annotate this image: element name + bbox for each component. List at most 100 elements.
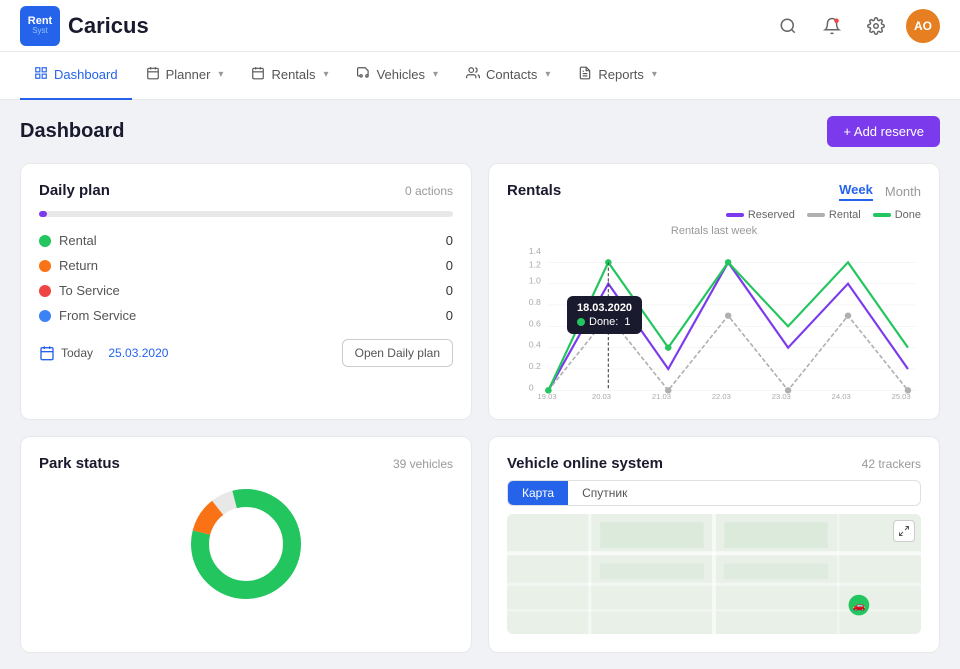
legend-reserved: Reserved bbox=[726, 209, 795, 221]
logo-icon: Rent Syst bbox=[20, 6, 60, 46]
avatar[interactable]: AO bbox=[906, 9, 940, 43]
daily-plan-progress-bar bbox=[39, 211, 453, 217]
dashboard-icon bbox=[34, 66, 48, 83]
donut-chart-svg bbox=[186, 484, 306, 604]
today-date-link[interactable]: 25.03.2020 bbox=[108, 346, 168, 360]
svg-text:0.4: 0.4 bbox=[529, 340, 541, 350]
park-status-header: Park status 39 vehicles bbox=[39, 455, 453, 472]
map-background-svg: 🚗 bbox=[507, 514, 921, 634]
plan-rows: Rental 0 Return 0 To Service bbox=[39, 233, 453, 323]
map-expand-button[interactable] bbox=[893, 520, 915, 542]
rentals-header: Rentals Week Month bbox=[507, 182, 921, 201]
plan-row-return: Return 0 bbox=[39, 258, 453, 273]
svg-text:0.8: 0.8 bbox=[529, 297, 541, 307]
open-daily-plan-button[interactable]: Open Daily plan bbox=[342, 339, 453, 367]
svg-text:0: 0 bbox=[529, 382, 534, 392]
park-status-card: Park status 39 vehicles bbox=[20, 436, 472, 653]
return-count: 0 bbox=[446, 258, 453, 273]
svg-text:22.03: 22.03 bbox=[712, 392, 731, 401]
page-header: Dashboard + Add reserve bbox=[20, 116, 940, 147]
svg-text:0.6: 0.6 bbox=[529, 318, 541, 328]
svg-text:1.0: 1.0 bbox=[529, 276, 541, 286]
return-label: Return bbox=[59, 258, 98, 273]
app-title: Caricus bbox=[68, 13, 149, 39]
reports-icon bbox=[578, 66, 592, 83]
legend-done-color bbox=[873, 213, 891, 217]
contacts-chevron: ▾ bbox=[545, 69, 550, 80]
svg-text:23.03: 23.03 bbox=[772, 392, 791, 401]
svg-text:25.03: 25.03 bbox=[892, 392, 911, 401]
vos-title: Vehicle online system bbox=[507, 455, 663, 472]
svg-text:21.03: 21.03 bbox=[652, 392, 671, 401]
to-service-dot bbox=[39, 285, 51, 297]
logo-line2: Syst bbox=[32, 27, 48, 35]
add-reserve-button[interactable]: + Add reserve bbox=[827, 116, 940, 147]
rental-count: 0 bbox=[446, 233, 453, 248]
chart-area: 0 0.2 0.4 0.6 0.8 1.0 1.2 1.4 bbox=[507, 241, 921, 401]
legend-done: Done bbox=[873, 209, 921, 221]
map-area: 🚗 bbox=[507, 514, 921, 634]
week-month-toggle: Week Month bbox=[839, 182, 921, 201]
daily-plan-badge: 0 actions bbox=[405, 184, 453, 198]
today-label: Today bbox=[61, 346, 93, 360]
rentals-chevron: ▾ bbox=[324, 69, 329, 80]
svg-text:20.03: 20.03 bbox=[592, 392, 611, 401]
from-service-dot bbox=[39, 310, 51, 322]
daily-plan-progress-fill bbox=[39, 211, 47, 217]
map-tab-satellite[interactable]: Спутник bbox=[568, 481, 641, 505]
from-service-count: 0 bbox=[446, 308, 453, 323]
rentals-card: Rentals Week Month Reserved Rental Done bbox=[488, 163, 940, 420]
nav-planner[interactable]: Planner ▾ bbox=[132, 52, 238, 100]
park-status-title: Park status bbox=[39, 455, 120, 472]
planner-icon bbox=[146, 66, 160, 83]
topbar-actions: AO bbox=[774, 9, 940, 43]
nav-contacts[interactable]: Contacts ▾ bbox=[452, 52, 564, 100]
daily-plan-header: Daily plan 0 actions bbox=[39, 182, 453, 199]
topbar: Rent Syst Caricus AO bbox=[0, 0, 960, 52]
rental-label: Rental bbox=[59, 233, 97, 248]
svg-text:19.03: 19.03 bbox=[538, 392, 557, 401]
vehicles-chevron: ▾ bbox=[433, 69, 438, 80]
svg-text:24.03: 24.03 bbox=[832, 392, 851, 401]
daily-plan-title: Daily plan bbox=[39, 182, 110, 199]
rental-dot bbox=[39, 235, 51, 247]
to-service-count: 0 bbox=[446, 283, 453, 298]
rentals-icon bbox=[251, 66, 265, 83]
chart-legend: Reserved Rental Done bbox=[507, 209, 921, 221]
nav-rentals[interactable]: Rentals ▾ bbox=[237, 52, 342, 100]
legend-rental-color bbox=[807, 213, 825, 217]
svg-text:1.2: 1.2 bbox=[529, 260, 541, 270]
plan-footer: Today 25.03.2020 Open Daily plan bbox=[39, 339, 453, 367]
map-tabs: Карта Спутник bbox=[507, 480, 921, 506]
plan-row-from-service: From Service 0 bbox=[39, 308, 453, 323]
nav-dashboard[interactable]: Dashboard bbox=[20, 52, 132, 100]
dashboard-grid: Daily plan 0 actions Rental 0 Retur bbox=[20, 163, 940, 653]
search-icon[interactable] bbox=[774, 12, 802, 40]
legend-rental: Rental bbox=[807, 209, 861, 221]
svg-text:0.2: 0.2 bbox=[529, 361, 541, 371]
notification-icon[interactable] bbox=[818, 12, 846, 40]
svg-text:1.4: 1.4 bbox=[529, 246, 541, 256]
chart-subtitle: Rentals last week bbox=[507, 225, 921, 237]
nav-reports[interactable]: Reports ▾ bbox=[564, 52, 671, 100]
map-tab-map[interactable]: Карта bbox=[508, 481, 568, 505]
nav-vehicles[interactable]: Vehicles ▾ bbox=[343, 52, 452, 100]
legend-reserved-label: Reserved bbox=[748, 209, 795, 221]
month-button[interactable]: Month bbox=[885, 184, 921, 199]
plan-row-rental: Rental 0 bbox=[39, 233, 453, 248]
from-service-label: From Service bbox=[59, 308, 136, 323]
content-area: Dashboard + Add reserve Daily plan 0 act… bbox=[0, 100, 960, 669]
legend-reserved-color bbox=[726, 213, 744, 217]
svg-text:🚗: 🚗 bbox=[852, 601, 865, 612]
vos-badge: 42 trackers bbox=[862, 457, 921, 471]
settings-icon[interactable] bbox=[862, 12, 890, 40]
legend-done-label: Done bbox=[895, 209, 921, 221]
rentals-title: Rentals bbox=[507, 182, 561, 199]
logo-area: Rent Syst Caricus bbox=[20, 6, 149, 46]
vos-header: Vehicle online system 42 trackers bbox=[507, 455, 921, 472]
menubar: Dashboard Planner ▾ Rentals ▾ Vehicles ▾… bbox=[0, 52, 960, 100]
daily-plan-card: Daily plan 0 actions Rental 0 Retur bbox=[20, 163, 472, 420]
reports-chevron: ▾ bbox=[652, 69, 657, 80]
donut-chart-wrap bbox=[39, 484, 453, 604]
week-button[interactable]: Week bbox=[839, 182, 873, 201]
